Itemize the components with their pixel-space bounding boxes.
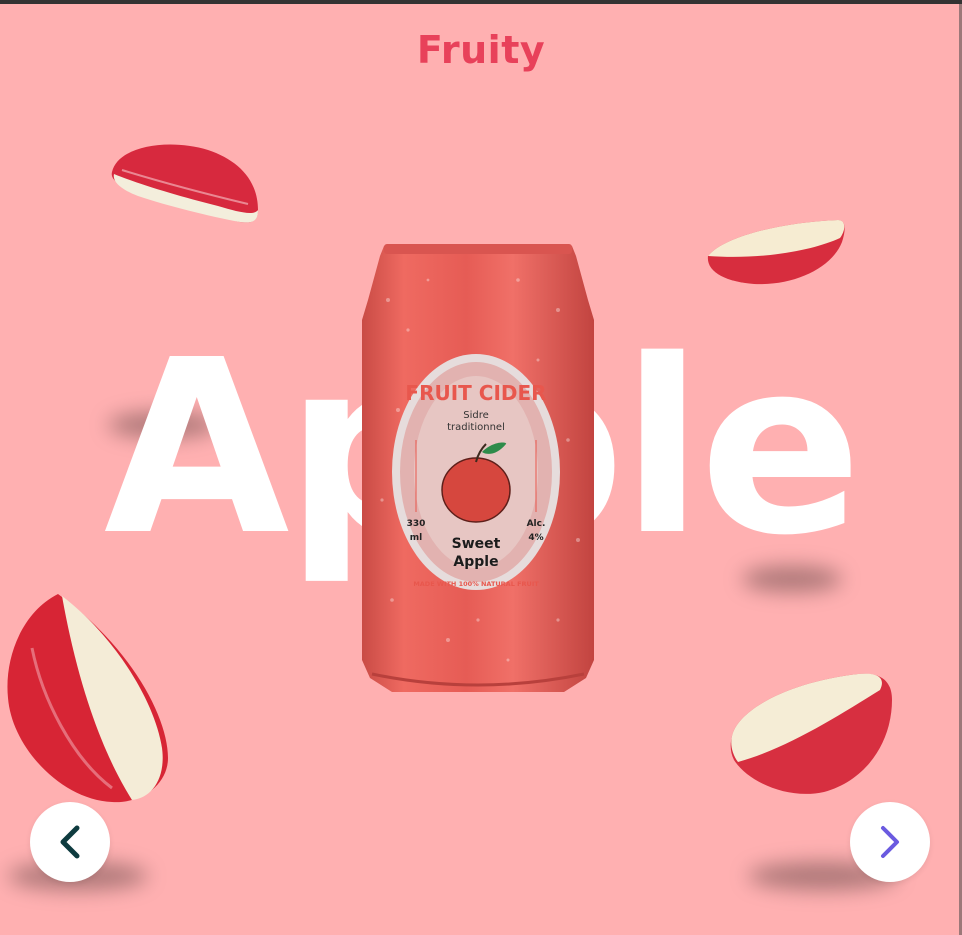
label-name-2: Apple [453,554,498,570]
label-alc-1: Alc. [527,519,546,529]
next-button[interactable] [850,802,930,882]
cider-can: FRUIT CIDER Sidre traditionnel 330 ml Al… [358,240,598,695]
label-arc-top: FRUIT CIDER [405,381,546,405]
window-top-border [0,0,962,4]
apple-slice-image [111,144,258,223]
label-subtitle-2: traditionnel [447,422,505,433]
label-arc-bottom: MADE WITH 100% NATURAL FRUIT [413,580,539,588]
brand-title: Fruity [416,28,546,72]
chevron-left-icon [60,825,80,859]
prev-button[interactable] [30,802,110,882]
label-subtitle-1: Sidre [463,410,489,421]
label-volume-2: ml [410,533,422,543]
apple-slice-image [7,594,168,803]
label-name-1: Sweet [452,536,501,552]
apple-slice-image [707,220,845,285]
label-alc-2: 4% [528,533,543,543]
label-volume-1: 330 [407,519,426,529]
chevron-right-icon [881,826,899,858]
apple-slice-image [730,673,892,794]
